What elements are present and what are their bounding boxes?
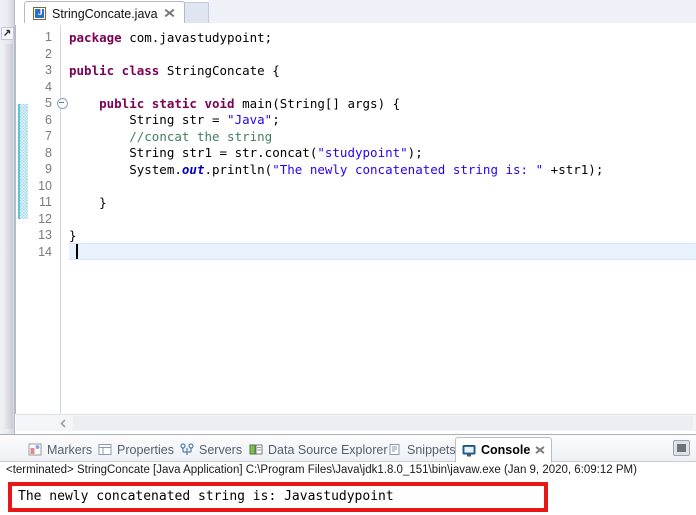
code-line-14: 14 bbox=[16, 244, 696, 261]
line-number: 14 bbox=[38, 244, 52, 259]
chevron-left-icon[interactable] bbox=[58, 418, 69, 429]
line-number: 5 bbox=[45, 96, 52, 111]
code-text: } bbox=[69, 227, 77, 243]
bottom-tab-label: Servers bbox=[199, 442, 243, 457]
console-empty-area bbox=[556, 482, 696, 515]
code-line-9: 9 System.out.println("The newly concaten… bbox=[16, 161, 696, 178]
bottom-tab-console[interactable]: Console bbox=[455, 437, 553, 463]
bottom-tab-label: Markers bbox=[47, 442, 93, 457]
code-line-4: 4 bbox=[16, 79, 696, 96]
line-number: 1 bbox=[45, 30, 52, 45]
bottom-tab-markers[interactable]: Markers bbox=[22, 438, 98, 461]
line-number: 11 bbox=[39, 195, 52, 210]
line-number: 3 bbox=[45, 63, 52, 78]
code-line-5: 5 public static void main(String[] args)… bbox=[16, 95, 696, 112]
java-file-icon bbox=[33, 7, 47, 20]
console-toolbar-button[interactable] bbox=[673, 440, 690, 456]
line-number: 4 bbox=[45, 79, 52, 94]
editor-tab-label: StringConcate.java bbox=[52, 6, 158, 21]
restore-arrow-icon[interactable] bbox=[1, 27, 14, 40]
line-number: 7 bbox=[45, 129, 52, 144]
markers-icon bbox=[28, 443, 42, 456]
code-line-12: 12 bbox=[16, 211, 696, 228]
line-number: 10 bbox=[38, 178, 52, 193]
bottom-tab-data-source-explorer[interactable]: Data Source Explorer bbox=[243, 438, 394, 461]
bottom-tab-properties[interactable]: Properties bbox=[92, 438, 180, 461]
code-text: public static void main(String[] args) { bbox=[99, 95, 401, 111]
line-number: 6 bbox=[45, 112, 52, 127]
code-line-8: 8 String str1 = str.concat("studypoint")… bbox=[16, 145, 696, 162]
properties-icon bbox=[98, 443, 112, 456]
console-output-highlight-box: The newly concatenated string is: Javast… bbox=[8, 482, 548, 512]
snippets-icon bbox=[388, 443, 402, 456]
code-line-1: 1 package com.javastudypoint; bbox=[16, 29, 696, 46]
console-output-text: The newly concatenated string is: Javast… bbox=[18, 489, 394, 504]
console-status-line: <terminated> StringConcate [Java Applica… bbox=[6, 464, 637, 476]
close-icon[interactable] bbox=[164, 8, 175, 19]
bottom-tab-label: Snippets bbox=[407, 442, 456, 457]
scrollbar-thumb[interactable] bbox=[73, 416, 693, 430]
editor-tab-bar-empty-area bbox=[209, 0, 696, 25]
editor-horizontal-scrollbar[interactable] bbox=[16, 414, 696, 431]
code-line-3: 3 public class StringConcate { bbox=[16, 62, 696, 79]
code-text: String str1 = str.concat("studypoint"); bbox=[69, 145, 423, 161]
code-line-13: 13} bbox=[16, 227, 696, 244]
close-icon[interactable] bbox=[535, 445, 545, 455]
code-text: //concat the string bbox=[129, 128, 273, 144]
code-text: String str = "Java"; bbox=[69, 112, 280, 128]
line-number: 8 bbox=[45, 145, 52, 160]
bottom-tab-label: Properties bbox=[117, 442, 174, 457]
code-editor[interactable]: 1 package com.javastudypoint; 2 3 public cla… bbox=[15, 25, 696, 414]
bottom-tab-snippets[interactable]: Snippets bbox=[382, 438, 462, 461]
code-text: public class StringConcate { bbox=[69, 62, 280, 78]
line-number: 9 bbox=[45, 162, 52, 177]
bottom-panel-tab-bar: Markers Properties Servers Data Source Expl… bbox=[0, 435, 696, 463]
line-number: 12 bbox=[38, 211, 52, 226]
code-line-7: 7 //concat the string bbox=[16, 128, 696, 145]
code-text: System.out.println("The newly concatenat… bbox=[69, 161, 604, 177]
code-text: package com.javastudypoint; bbox=[69, 29, 273, 45]
editor-tab-bar: StringConcate.java bbox=[15, 0, 696, 25]
code-line-10: 10 bbox=[16, 178, 696, 195]
bottom-tab-label: Data Source Explorer bbox=[268, 442, 388, 457]
data-source-explorer-icon bbox=[249, 443, 263, 456]
console-icon bbox=[462, 444, 476, 457]
fold-collapse-icon[interactable] bbox=[56, 95, 69, 112]
bottom-tab-label: Console bbox=[481, 443, 531, 457]
bottom-tab-servers[interactable]: Servers bbox=[174, 438, 248, 461]
line-number: 13 bbox=[38, 228, 52, 243]
line-number: 2 bbox=[45, 46, 52, 61]
left-edge-rail bbox=[0, 0, 15, 434]
code-line-11: 11 } bbox=[16, 194, 696, 211]
code-text: } bbox=[69, 194, 107, 210]
code-line-6: 6 String str = "Java"; bbox=[16, 112, 696, 129]
minimized-view-strip[interactable] bbox=[2, 44, 13, 429]
servers-icon bbox=[180, 443, 194, 456]
code-line-2: 2 bbox=[16, 46, 696, 63]
editor-tab-stringconcate[interactable]: StringConcate.java bbox=[24, 1, 185, 25]
